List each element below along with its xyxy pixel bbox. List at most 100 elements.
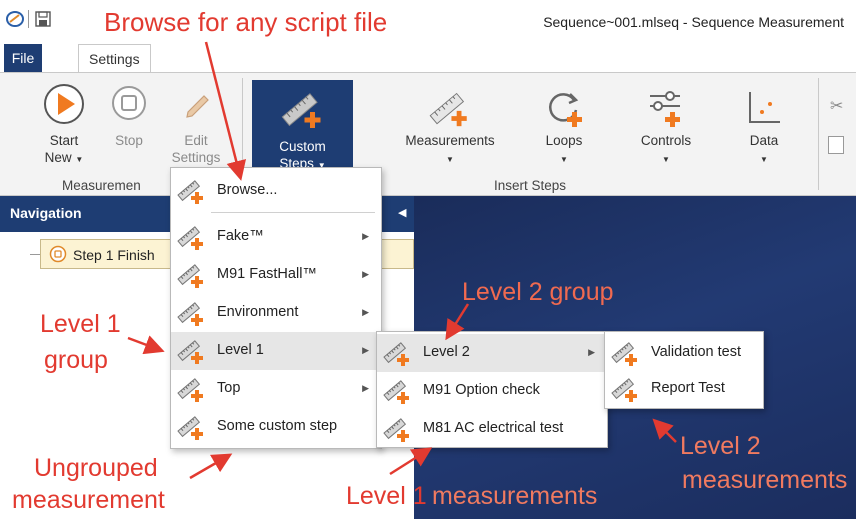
menu-item-label: Validation test (651, 344, 742, 360)
insert-steps-group-label: Insert Steps (494, 178, 567, 193)
menu-separator (211, 212, 375, 213)
chevron-right-icon: ▶ (588, 347, 595, 357)
stop-button[interactable]: Stop (104, 80, 154, 172)
menu-item-top[interactable]: Top ▶ (171, 370, 381, 408)
menu-item-label: M81 AC electrical test (423, 420, 564, 436)
annotation-ungrouped-b: measurement (12, 486, 165, 514)
app-logo-icon (6, 10, 24, 28)
annotation-level-2-meas-a: Level 2 (680, 432, 761, 460)
ruler-plus-icon (177, 223, 205, 251)
chevron-down-icon: ▼ (662, 155, 670, 164)
paste-icon[interactable] (828, 136, 844, 154)
edit-settings-button[interactable]: Edit Settings (160, 80, 232, 172)
ruler-plus-icon (177, 413, 205, 441)
loops-button[interactable]: Loops ▼ (520, 80, 608, 172)
annotation-ungrouped-a: Ungrouped (34, 454, 158, 482)
chevron-down-icon: ▼ (760, 155, 768, 164)
menu-item-label: Fake™ (217, 228, 264, 244)
ruler-plus-icon (383, 339, 411, 367)
annotation-level-2-meas-b: measurements (682, 466, 848, 494)
chevron-down-icon: ▼ (560, 155, 568, 164)
data-label: Data (749, 133, 779, 148)
menu-item-label: Top (217, 380, 241, 396)
stop-circle-icon (49, 245, 67, 263)
menu-item-label: Report Test (651, 380, 725, 396)
annotation-level-1-group-a: Level 1 (40, 310, 121, 338)
menu-item-validation-test[interactable]: Validation test (605, 334, 763, 372)
tree-line (30, 254, 40, 255)
ruler-plus-icon (177, 261, 205, 289)
menu-item-browse[interactable]: Browse... (171, 172, 381, 210)
measurements-label: Measurements (405, 133, 495, 148)
cut-icon[interactable]: ✂ (830, 96, 843, 116)
plot-icon (749, 92, 780, 123)
ruler-plus-icon (177, 177, 205, 205)
start-label-2: New (44, 150, 72, 165)
menu-item-m91-option-check[interactable]: M91 Option check (377, 372, 607, 410)
menu-item-level-1[interactable]: Level 1 ▶ (171, 332, 381, 370)
ruler-plus-icon (177, 337, 205, 365)
annotation-level-1-group-b: group (44, 346, 108, 374)
tab-settings[interactable]: Settings (78, 44, 151, 73)
chevron-down-icon: ▼ (75, 155, 84, 164)
stop-icon (112, 86, 146, 120)
menu-item-report-test[interactable]: Report Test (605, 370, 763, 408)
menu-item-label: Some custom step (217, 418, 338, 434)
save-icon[interactable] (34, 10, 52, 28)
ribbon-separator (818, 78, 819, 190)
tab-file[interactable]: File (4, 44, 42, 72)
sliders-plus-icon (650, 91, 680, 127)
loop-plus-icon (549, 93, 582, 127)
ruler-plus-icon (281, 93, 321, 128)
menu-item-label: M91 Option check (423, 382, 540, 398)
chevron-right-icon: ▶ (362, 345, 369, 355)
ruler-plus-icon (383, 415, 411, 443)
level-1-submenu: Level 2 ▶ M91 Option check M81 AC electri… (376, 331, 608, 448)
play-icon (44, 84, 84, 124)
chevron-down-icon: ▼ (446, 155, 454, 164)
ruler-plus-icon (383, 377, 411, 405)
pencil-icon (186, 95, 209, 118)
qat-divider (28, 10, 29, 28)
ruler-plus-icon (177, 375, 205, 403)
navigation-title: Navigation (10, 205, 82, 221)
start-new-button[interactable]: Start New ▼ (36, 80, 92, 172)
menu-item-m81-ac-electrical-test[interactable]: M81 AC electrical test (377, 410, 607, 448)
browse-label: Browse... (217, 182, 278, 198)
ruler-plus-icon (611, 375, 639, 403)
edit-label-2: Settings (171, 150, 221, 165)
menu-item-environment[interactable]: Environment ▶ (171, 294, 381, 332)
collapse-left-icon[interactable]: ◀ (398, 206, 406, 219)
menu-item-fake[interactable]: Fake™ ▶ (171, 218, 381, 256)
start-label: Start (49, 133, 79, 148)
menu-item-label: Level 2 (423, 344, 470, 360)
annotation-browse: Browse for any script file (104, 7, 388, 37)
annotation-level-1-meas-b: measurements (432, 482, 598, 510)
step-label: Step 1 Finish (73, 247, 155, 263)
measurement-group-label: Measuremen (62, 178, 141, 193)
annotation-level-1-meas-a: Level 1 (346, 482, 427, 510)
menu-item-label: M91 FastHall™ (217, 266, 317, 282)
window-title: Sequence~001.mlseq - Sequence Measuremen… (543, 14, 844, 30)
custom-steps-label: Custom (279, 139, 326, 154)
annotation-level-2-group: Level 2 group (462, 278, 614, 306)
chevron-right-icon: ▶ (362, 231, 369, 241)
edit-label: Edit (184, 133, 208, 148)
menu-item-label: Level 1 (217, 342, 264, 358)
loops-label: Loops (545, 133, 583, 148)
menu-item-m91-fasthall[interactable]: M91 FastHall™ ▶ (171, 256, 381, 294)
ruler-plus-icon (177, 299, 205, 327)
ruler-plus-icon (611, 339, 639, 367)
chevron-right-icon: ▶ (362, 269, 369, 279)
menu-item-some-custom-step[interactable]: Some custom step (171, 408, 381, 446)
measurements-button[interactable]: Measurements ▼ (394, 80, 506, 172)
data-button[interactable]: Data ▼ (724, 80, 804, 172)
controls-label: Controls (640, 133, 692, 148)
ruler-plus-icon (429, 92, 467, 127)
chevron-right-icon: ▶ (362, 383, 369, 393)
menu-item-level-2[interactable]: Level 2 ▶ (377, 334, 607, 372)
controls-button[interactable]: Controls ▼ (622, 80, 710, 172)
stop-label: Stop (115, 133, 143, 148)
custom-steps-menu: Browse... Fake™ ▶ M91 FastHall™ ▶ Environm… (170, 167, 382, 449)
menu-item-label: Environment (217, 304, 299, 320)
